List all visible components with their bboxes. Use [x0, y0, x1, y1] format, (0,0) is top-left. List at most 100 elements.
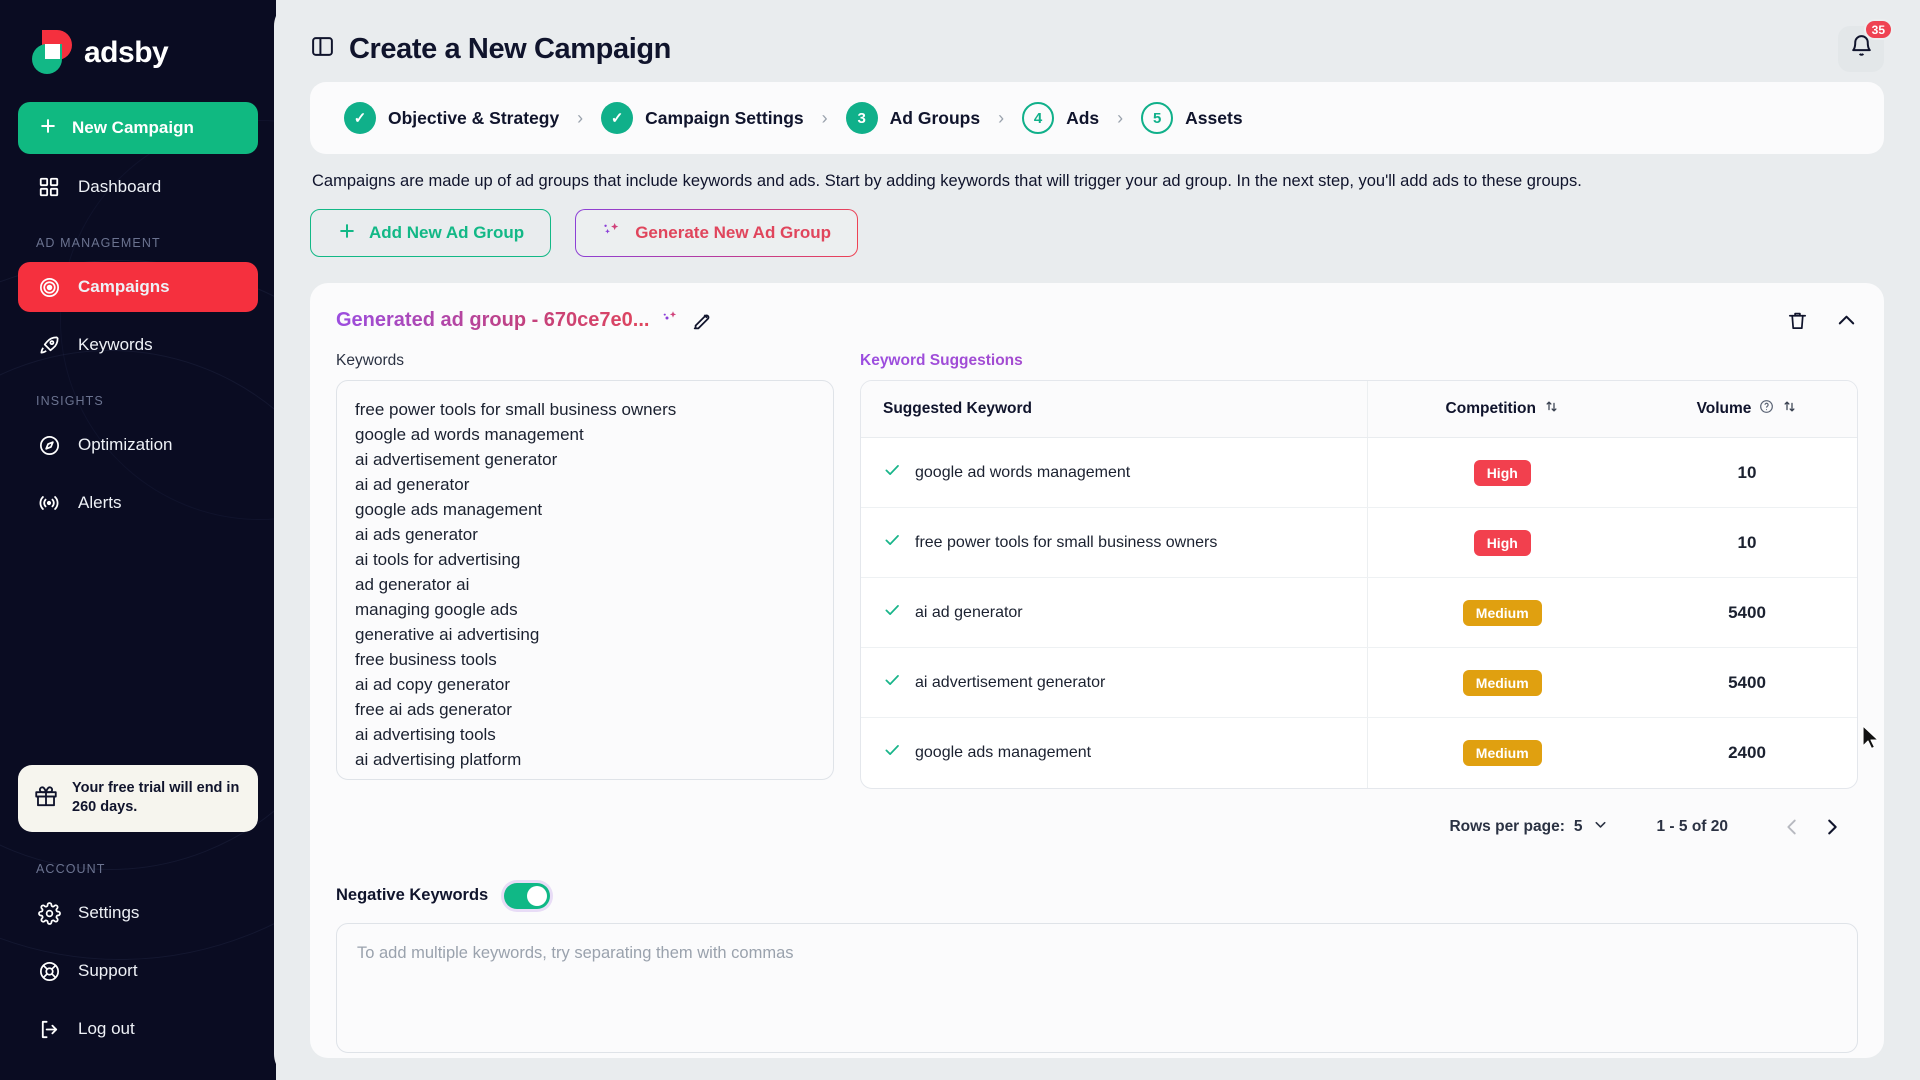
- generate-new-ad-group-label: Generate New Ad Group: [635, 223, 832, 242]
- sort-updown-icon[interactable]: [1544, 399, 1559, 419]
- rows-per-page-selector[interactable]: Rows per page: 5: [1449, 816, 1608, 838]
- sidebar-item-settings[interactable]: Settings: [18, 888, 258, 938]
- content-area: ✓ Objective & Strategy › ✓ Campaign Sett…: [274, 82, 1920, 1058]
- compass-icon: [36, 432, 62, 458]
- step-label: Ad Groups: [889, 107, 981, 128]
- check-icon[interactable]: [883, 741, 901, 764]
- sidebar-item-label: Support: [78, 961, 138, 980]
- competition-badge: Medium: [1462, 669, 1542, 696]
- column-header-label: Competition: [1445, 400, 1536, 417]
- column-header-suggested-keyword: Suggested Keyword: [861, 381, 1367, 438]
- help-circle-icon[interactable]: [1759, 399, 1774, 419]
- sidebar-item-alerts[interactable]: Alerts: [18, 478, 258, 528]
- brand-logo[interactable]: adsby: [18, 0, 258, 102]
- cell-volume: 10: [1637, 437, 1857, 508]
- column-header-label: Suggested Keyword: [883, 400, 1032, 417]
- step-badge: 4: [1022, 102, 1055, 134]
- competition-badge: High: [1473, 459, 1531, 486]
- page-title: Create a New Campaign: [310, 33, 671, 66]
- add-new-ad-group-button[interactable]: Add New Ad Group: [310, 209, 552, 257]
- sidebar-item-label: Campaigns: [78, 277, 170, 296]
- rows-per-page-label: Rows per page:: [1449, 817, 1565, 835]
- step-ads[interactable]: 4 Ads: [1022, 102, 1099, 134]
- sort-updown-icon[interactable]: [1782, 399, 1797, 419]
- generate-new-ad-group-button[interactable]: Generate New Ad Group: [575, 209, 858, 257]
- pencil-edit-icon[interactable]: [691, 310, 713, 332]
- cell-volume: 5400: [1637, 647, 1857, 718]
- notifications-button[interactable]: 35: [1838, 19, 1893, 72]
- ad-group-actions: Add New Ad Group Generate New Ad Group: [310, 209, 1884, 257]
- keyword-suggestions-label: Keyword Suggestions: [860, 352, 1858, 370]
- keywords-label: Keywords: [336, 352, 405, 369]
- plus-icon: [38, 116, 58, 141]
- check-icon[interactable]: [883, 531, 901, 554]
- sidebar-section-ad-management: AD MANAGEMENT: [36, 236, 161, 250]
- keyword-item: ai tools for advertising: [355, 550, 521, 569]
- chevron-right-icon: ›: [821, 107, 828, 128]
- sidebar-item-campaigns[interactable]: Campaigns: [18, 262, 258, 312]
- check-icon[interactable]: [883, 671, 901, 694]
- keyword-item: ai advertising tools: [355, 725, 496, 744]
- cell-competition: Medium: [1366, 647, 1637, 718]
- keywords-column: Keywords free power tools for small busi…: [336, 352, 834, 861]
- keyword-suggestions-column: Keyword Suggestions Suggested Keyword Co…: [860, 352, 1858, 861]
- brand-name: adsby: [84, 36, 169, 69]
- broadcast-icon: [36, 490, 62, 516]
- table-row[interactable]: google ads management Medium 2400: [861, 717, 1857, 788]
- sidebar-item-optimization[interactable]: Optimization: [18, 420, 258, 470]
- keyword-item: ai advertising platform: [355, 750, 522, 769]
- step-badge: 5: [1141, 102, 1174, 134]
- cell-volume: 5400: [1637, 577, 1857, 648]
- check-icon[interactable]: [883, 461, 901, 484]
- new-campaign-button[interactable]: New Campaign: [18, 102, 258, 154]
- chevron-right-icon: ›: [1117, 107, 1124, 128]
- keyword-text: free power tools for small business owne…: [915, 533, 1218, 551]
- negative-keywords-input[interactable]: [336, 922, 1858, 1053]
- table-row[interactable]: google ad words management High 10: [861, 437, 1857, 508]
- negative-keywords-toggle[interactable]: [504, 882, 551, 909]
- step-badge: ✓: [344, 102, 376, 134]
- table-row[interactable]: free power tools for small business owne…: [861, 507, 1857, 578]
- trash-icon[interactable]: [1786, 309, 1809, 332]
- sidebar-section-insights: INSIGHTS: [36, 394, 104, 408]
- competition-badge: Medium: [1462, 739, 1542, 766]
- ad-group-card-header: Generated ad group - 670ce7e0...: [336, 309, 1858, 332]
- previous-page-button[interactable]: [1772, 807, 1812, 847]
- keyword-item: google ad words management: [355, 425, 584, 444]
- next-page-button[interactable]: [1812, 807, 1852, 847]
- competition-badge: High: [1473, 529, 1531, 556]
- check-icon[interactable]: [883, 601, 901, 624]
- gear-icon: [36, 900, 62, 926]
- column-header-volume[interactable]: Volume: [1637, 381, 1857, 438]
- step-objective-strategy[interactable]: ✓ Objective & Strategy: [344, 102, 559, 134]
- sidebar: adsby New Campaign Dashboard AD MANAGEME…: [0, 0, 276, 1080]
- cell-competition: High: [1366, 437, 1637, 508]
- table-row[interactable]: ai ad generator Medium 5400: [861, 577, 1857, 648]
- step-assets[interactable]: 5 Assets: [1141, 102, 1243, 134]
- sidebar-item-label: Keywords: [78, 335, 153, 354]
- column-header-competition[interactable]: Competition: [1366, 381, 1637, 438]
- chevron-up-icon[interactable]: [1835, 309, 1858, 332]
- sidebar-item-logout[interactable]: Log out: [18, 1004, 258, 1054]
- ad-group-body: Keywords free power tools for small busi…: [336, 352, 1858, 861]
- sparkle-icon: [661, 309, 679, 332]
- table-row[interactable]: ai advertisement generator Medium 5400: [861, 647, 1857, 718]
- keyword-item: ad generator ai: [355, 575, 470, 594]
- negative-keywords-row: Negative Keywords: [336, 882, 1858, 909]
- chevron-down-icon[interactable]: [1592, 816, 1609, 838]
- step-campaign-settings[interactable]: ✓ Campaign Settings: [601, 102, 804, 134]
- panel-toggle-icon[interactable]: [310, 34, 335, 64]
- keyword-item: ai ads generator: [355, 525, 478, 544]
- keywords-box[interactable]: free power tools for small business owne…: [336, 380, 834, 780]
- logout-icon: [36, 1016, 62, 1042]
- adsby-logo-icon: [26, 30, 72, 76]
- cell-competition: Medium: [1366, 577, 1637, 648]
- ad-group-card: Generated ad group - 670ce7e0... Keyword…: [310, 283, 1884, 1058]
- gift-icon: [33, 783, 59, 814]
- sidebar-item-keywords[interactable]: Keywords: [18, 320, 258, 370]
- sidebar-item-support[interactable]: Support: [18, 946, 258, 996]
- plus-icon: [337, 221, 357, 246]
- sidebar-item-dashboard[interactable]: Dashboard: [18, 162, 258, 212]
- step-ad-groups[interactable]: 3 Ad Groups: [845, 102, 981, 134]
- rows-per-page-value: 5: [1573, 817, 1583, 835]
